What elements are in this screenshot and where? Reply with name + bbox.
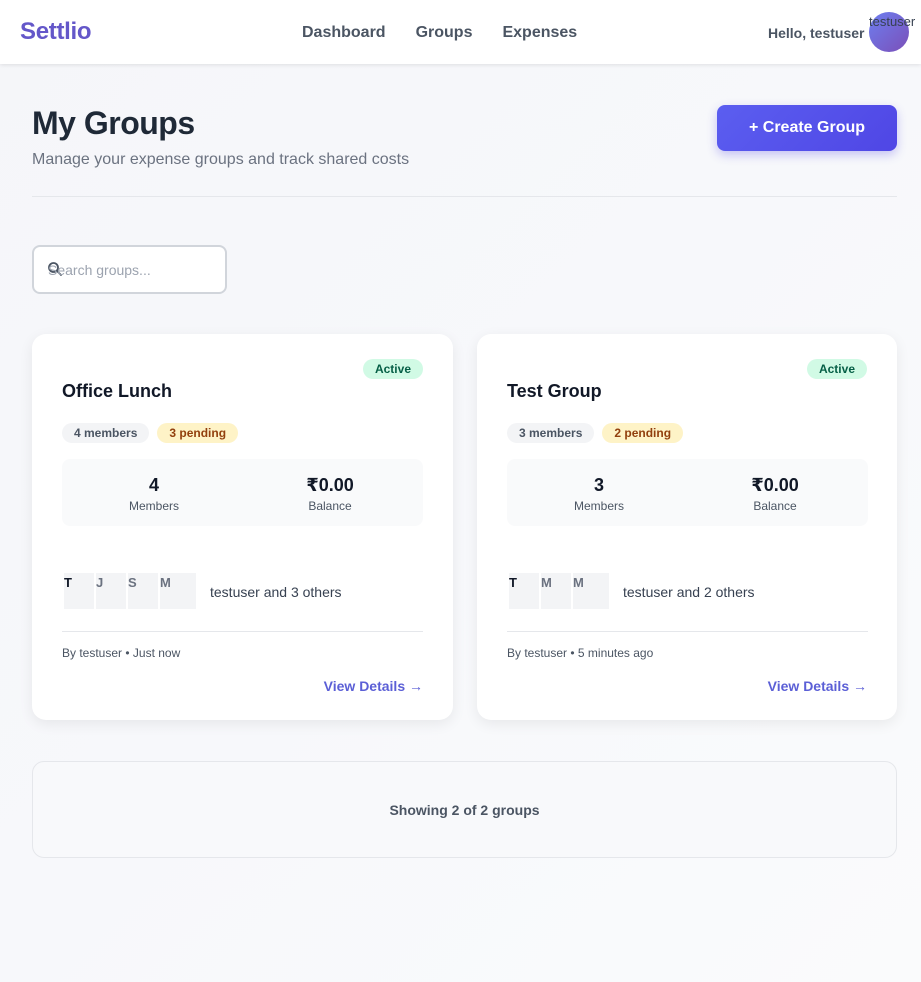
view-details-link[interactable]: View Details → — [324, 678, 423, 694]
card-divider — [62, 631, 423, 632]
members-summary: testuser and 2 others — [623, 584, 755, 600]
page-subtitle: Manage your expense groups and track sha… — [32, 151, 410, 168]
members-stat: 3 Members — [539, 474, 659, 513]
members-stat: 4 Members — [94, 474, 214, 513]
members-chip: 4 members — [62, 423, 150, 443]
member-initial: M — [571, 571, 611, 611]
search-box[interactable] — [32, 245, 227, 294]
members-value: 3 — [593, 475, 604, 495]
member-initial: M — [158, 571, 198, 611]
nav-expenses[interactable]: Expenses — [502, 24, 577, 42]
pending-chip: 3 pending — [157, 423, 239, 443]
navbar: Settlio Dashboard Groups Expenses Hello,… — [0, 0, 921, 64]
header-divider — [32, 196, 897, 197]
balance-label: Balance — [308, 499, 352, 513]
members-summary: testuser and 3 others — [210, 584, 342, 600]
members-label: Members — [128, 499, 179, 513]
create-group-button[interactable]: + Create Group — [717, 105, 897, 151]
card-divider — [507, 631, 868, 632]
nav-links: Dashboard Groups Expenses — [302, 24, 577, 42]
status-badge: Active — [806, 359, 867, 379]
nav-dashboard[interactable]: Dashboard — [302, 24, 386, 42]
balance-label: Balance — [753, 499, 797, 513]
group-stats: 3 Members ₹0.00 Balance — [507, 459, 868, 526]
members-chip: 3 members — [507, 423, 595, 443]
group-meta: By testuser • Just now — [62, 646, 181, 660]
group-stats: 4 Members ₹0.00 Balance — [62, 459, 423, 526]
group-name: Office Lunch — [62, 381, 173, 401]
members-label: Members — [573, 499, 624, 513]
group-card-office-lunch[interactable]: Active Office Lunch 4 members 3 pending … — [32, 334, 453, 720]
members-value: 4 — [148, 475, 159, 495]
balance-value: ₹0.00 — [306, 475, 354, 495]
group-chips: 3 members 2 pending — [507, 423, 684, 443]
nav-groups[interactable]: Groups — [416, 24, 473, 42]
avatar-label: testuser — [869, 14, 916, 29]
brand-logo[interactable]: Settlio — [20, 18, 92, 46]
group-card-test-group[interactable]: Active Test Group 3 members 2 pending 3 … — [477, 334, 897, 720]
group-name: Test Group — [507, 381, 602, 401]
search-input[interactable] — [48, 258, 218, 282]
view-details-link[interactable]: View Details → — [768, 678, 867, 694]
balance-stat: ₹0.00 Balance — [270, 474, 390, 513]
group-chips: 4 members 3 pending — [62, 423, 239, 443]
pending-chip: 2 pending — [602, 423, 684, 443]
status-badge: Active — [362, 359, 423, 379]
balance-value: ₹0.00 — [751, 475, 799, 495]
page-title: My Groups — [32, 105, 195, 141]
group-meta: By testuser • 5 minutes ago — [507, 646, 654, 660]
results-summary-text: Showing 2 of 2 groups — [389, 801, 540, 818]
user-greeting: Hello, testuser — [768, 25, 865, 41]
member-avatars: T M M — [507, 571, 611, 611]
results-summary: Showing 2 of 2 groups — [32, 761, 897, 858]
member-avatars: T J S M — [62, 571, 198, 611]
balance-stat: ₹0.00 Balance — [715, 474, 835, 513]
